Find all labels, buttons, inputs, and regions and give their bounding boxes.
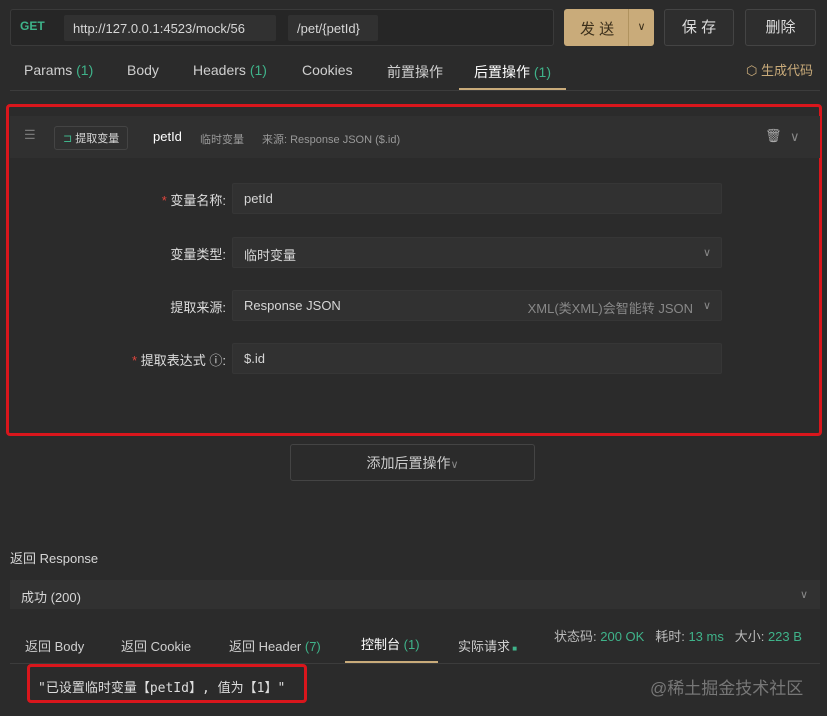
source-label: 提取来源:	[170, 300, 226, 315]
tab-params[interactable]: Params (1)	[24, 62, 93, 78]
action-scope: 临时变量	[200, 134, 244, 146]
var-name-input[interactable]: petId	[232, 183, 722, 214]
source-select[interactable]: Response JSON XML(类XML)会智能转 JSON ∨	[232, 290, 722, 321]
generate-code-link[interactable]: ⬡ 生成代码	[746, 60, 813, 79]
tab-response-cookie[interactable]: 返回 Cookie	[121, 636, 191, 655]
host-field[interactable]: http://127.0.0.1:4523/mock/56	[64, 15, 276, 41]
active-tab-indicator	[345, 661, 438, 663]
trash-icon[interactable]: 🗑	[765, 128, 782, 144]
tab-actual-request[interactable]: 实际请求 ■	[458, 636, 517, 655]
expr-input[interactable]: $.id	[232, 343, 722, 374]
help-icon[interactable]: ⓘ	[209, 353, 222, 368]
drag-handle-icon[interactable]: ☰	[24, 127, 36, 143]
response-title: 返回 Response	[10, 551, 99, 566]
active-tab-indicator	[459, 88, 566, 90]
var-type-label: 变量类型:	[170, 247, 226, 262]
tab-pre-actions[interactable]: 前置操作	[387, 62, 443, 82]
response-stats: 状态码: 200 OK 耗时: 13 ms 大小: 223 B	[554, 629, 802, 644]
action-name: petId	[153, 129, 182, 144]
expr-label: * 提取表达式 ⓘ:	[132, 353, 226, 368]
cube-icon: ⬡	[746, 63, 758, 78]
tab-body[interactable]: Body	[127, 62, 159, 78]
path-field[interactable]: /pet/{petId}	[288, 15, 378, 41]
delete-button[interactable]: 删除	[745, 9, 816, 46]
tab-response-header[interactable]: 返回 Header (7)	[229, 636, 321, 655]
send-button[interactable]: 发 送 ∨	[564, 9, 654, 46]
save-button[interactable]: 保 存	[664, 9, 734, 46]
watermark: @稀土掘金技术社区	[650, 679, 804, 698]
tab-response-body[interactable]: 返回 Body	[25, 636, 84, 655]
add-post-action-button[interactable]: 添加后置操作∨	[290, 444, 535, 481]
tab-cookies[interactable]: Cookies	[302, 62, 353, 78]
response-status-select[interactable]: 成功 (200) ∨	[10, 580, 820, 609]
action-type-badge: ⊐ 提取变量	[54, 126, 129, 150]
divider	[10, 90, 820, 91]
chevron-down-icon[interactable]: ∨	[628, 9, 654, 46]
chevron-down-icon[interactable]: ∨	[790, 129, 800, 145]
tab-post-actions[interactable]: 后置操作 (1)	[474, 62, 551, 82]
tab-headers[interactable]: Headers (1)	[193, 62, 267, 78]
var-type-select[interactable]: 临时变量 ∨	[232, 237, 722, 268]
send-label: 发 送	[580, 21, 615, 38]
method-select[interactable]: GET	[20, 19, 45, 33]
var-name-label: * 变量名称:	[161, 193, 226, 208]
post-action-header[interactable]: ☰ ⊐ 提取变量 petId 临时变量 来源: Response JSON ($…	[10, 116, 820, 158]
tab-console[interactable]: 控制台 (1)	[361, 634, 420, 653]
console-log: "已设置临时变量【petId】, 值为【1】"	[38, 681, 286, 696]
action-source: 来源: Response JSON ($.id)	[262, 134, 401, 146]
